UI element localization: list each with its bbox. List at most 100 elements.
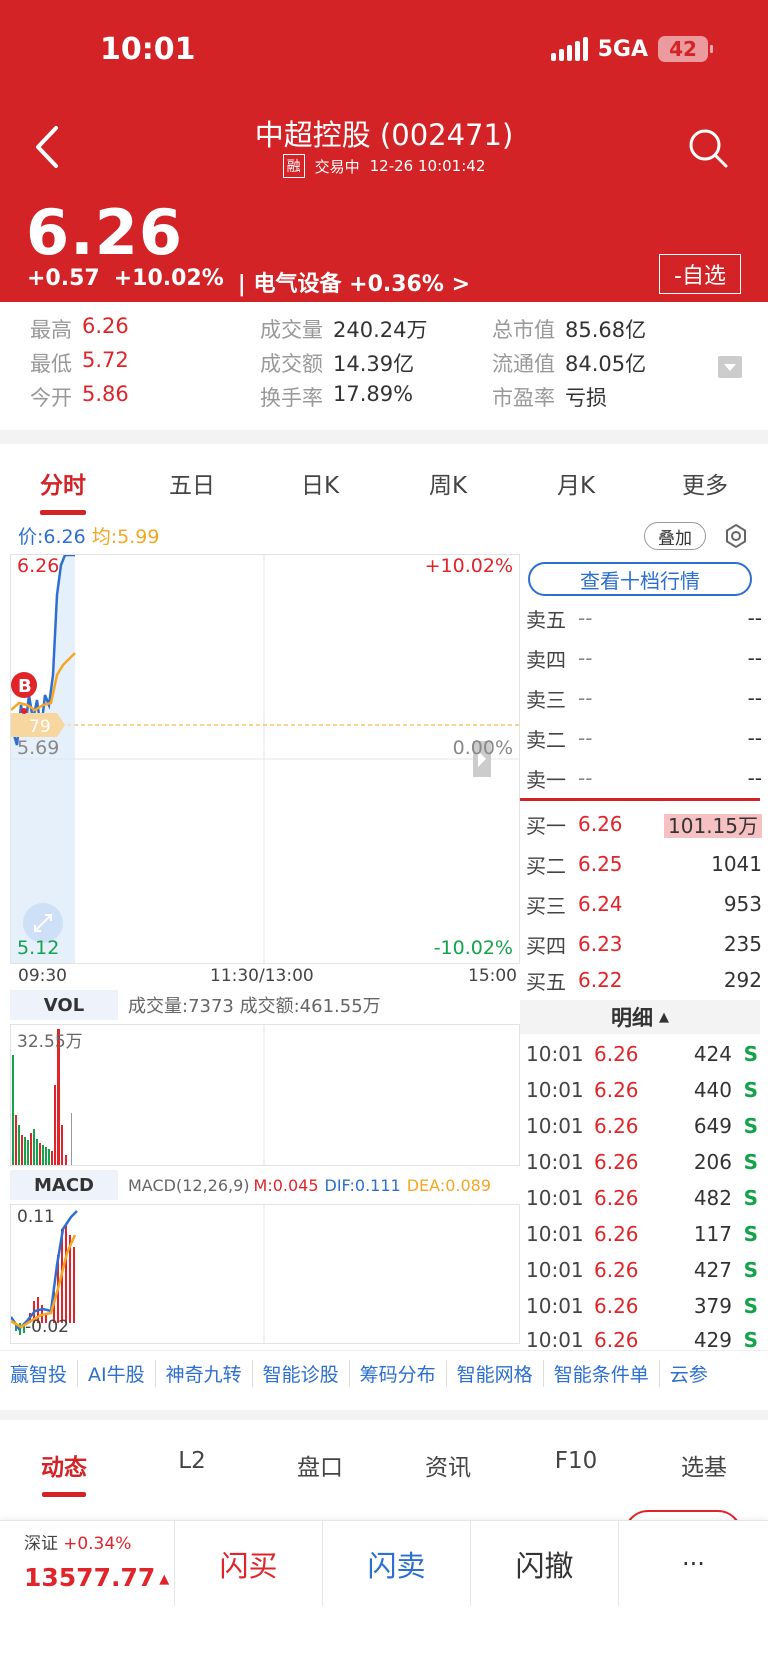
status-time: 10:01: [100, 32, 196, 67]
ask-row-1: 卖一 -- --: [526, 766, 762, 792]
tab-f10[interactable]: F10: [512, 1448, 640, 1474]
quote-datetime: 12-26 10:01:42: [369, 157, 486, 175]
index-widget[interactable]: 深证 +0.34% 13577.77 ▲: [24, 1529, 174, 1603]
avg-marker-text: 79: [29, 717, 51, 737]
change-percent: +10.02%: [113, 266, 224, 291]
stat-pe: 市盈率 亏损: [492, 386, 607, 410]
macd-chart: 0.11 -0.02: [10, 1204, 520, 1344]
stat-turnover: 换手率 17.89%: [260, 382, 414, 410]
tab-order-panel[interactable]: 盘口: [256, 1448, 384, 1482]
network-type: 5GA: [597, 36, 648, 62]
active-tab-indicator: [42, 1492, 86, 1497]
macd-header: MACD MACD(12,26,9) M:0.045 DIF:0.111 DEA…: [10, 1170, 520, 1200]
tool-diagnosis[interactable]: 智能诊股: [253, 1360, 350, 1387]
margin-tag: 融: [282, 154, 305, 178]
intraday-chart[interactable]: 79 B 6.26 5.69 5.12 +10.02% 0.00% -10.02…: [10, 554, 520, 964]
macd-top-label: 0.11: [17, 1207, 55, 1227]
bid-ask-divider: [520, 798, 760, 801]
watchlist-button[interactable]: -自选: [659, 254, 741, 294]
index-name: 深证: [24, 1534, 58, 1554]
pct-axis-top: +10.02%: [424, 555, 513, 577]
stat-volume: 成交量 240.24万: [260, 318, 428, 342]
tool-ai-stock[interactable]: AI牛股: [78, 1360, 156, 1387]
flash-buy-button[interactable]: 闪买: [174, 1521, 322, 1606]
stat-float-cap: 流通值 84.05亿: [492, 352, 647, 376]
settings-icon[interactable]: [722, 522, 750, 550]
stats-row-1: 最高 6.26 成交量 240.24万 总市值 85.68亿: [0, 314, 768, 348]
tool-yingzhitou[interactable]: 赢智投: [0, 1360, 79, 1387]
vol-max-label: 32.55万: [17, 1032, 83, 1052]
volume-svg: [12, 1025, 265, 1165]
stats-row-2: 最低 5.72 成交额 14.39亿 流通值 84.05亿: [0, 348, 768, 382]
signal-icon: [550, 37, 588, 61]
macd-tag[interactable]: MACD: [10, 1170, 118, 1200]
vol-tag[interactable]: VOL: [10, 990, 118, 1020]
flash-sell-button[interactable]: 闪卖: [322, 1521, 470, 1606]
tick-row: 10:01 6.26 379 S: [526, 1294, 758, 1318]
trading-status: 交易中: [314, 157, 360, 176]
bid-row-3: 买三 6.24 953: [526, 892, 762, 918]
order-book: 查看十档行情 卖五 -- -- 卖四 -- -- 卖三 -- -- 卖二 -- -- 卖一 -- -…: [520, 554, 768, 1000]
dif-line: [11, 1210, 78, 1331]
change-value: +0.57: [27, 266, 100, 291]
tab-dynamics[interactable]: 动态: [0, 1448, 128, 1482]
tools-strip: 赢智投 AI牛股 神奇九转 智能诊股 筹码分布 智能网格 智能条件单 云参: [0, 1350, 768, 1396]
ask-row-3: 卖三 -- --: [526, 686, 762, 712]
action-bar: 深证 +0.34% 13577.77 ▲ 闪买 闪卖 闪撤 ···: [0, 1520, 768, 1606]
tick-row: 10:01 6.26 427 S: [526, 1258, 758, 1282]
battery-icon: 42: [658, 36, 713, 62]
flash-cancel-button[interactable]: 闪撤: [470, 1521, 618, 1606]
overlay-button[interactable]: 叠加: [644, 522, 706, 550]
macd-svg: [11, 1205, 265, 1343]
ticks-header[interactable]: 明细 ▲: [520, 1000, 760, 1034]
tick-row: 10:01 6.26 440 S: [526, 1078, 758, 1102]
tab-news[interactable]: 资讯: [384, 1448, 512, 1482]
tick-row: 10:01 6.26 206 S: [526, 1150, 758, 1174]
index-change: +0.34%: [63, 1534, 132, 1554]
stat-open: 今开 5.86: [30, 382, 129, 410]
ask-row-4: 卖四 -- --: [526, 646, 762, 672]
y-axis-mid: 5.69: [17, 737, 60, 759]
tab-l2[interactable]: L2: [128, 1448, 256, 1474]
tool-smart-grid[interactable]: 智能网格: [447, 1360, 544, 1387]
caret-up-icon: ▲: [659, 1009, 669, 1025]
volume-chart: 32.55万: [10, 1024, 520, 1166]
search-icon[interactable]: [686, 126, 730, 170]
tab-intraday[interactable]: 分时: [8, 466, 118, 500]
more-icon[interactable]: ···: [618, 1521, 768, 1606]
x-axis-mid: 11:30/13:00: [210, 966, 314, 986]
ask-row-5: 卖五 -- --: [526, 606, 762, 632]
expand-stats-icon[interactable]: [718, 356, 742, 378]
tick-row: 10:01 6.26 649 S: [526, 1114, 758, 1138]
macd-m: M:0.045: [253, 1175, 319, 1195]
tick-row: 10:01 6.26 424 S: [526, 1042, 758, 1066]
pct-axis-bottom: -10.02%: [433, 937, 513, 959]
buy-marker-dot: [21, 708, 27, 714]
bid-row-5: 买五 6.22 292: [526, 968, 762, 994]
macd-bottom-label: -0.02: [25, 1317, 69, 1337]
ten-levels-button[interactable]: 查看十档行情: [528, 562, 752, 596]
x-axis-start: 09:30: [18, 966, 67, 986]
tab-select-fund[interactable]: 选基: [640, 1448, 768, 1482]
tab-weekly-k[interactable]: 周K: [393, 466, 503, 500]
tool-conditional-order[interactable]: 智能条件单: [544, 1360, 660, 1387]
buy-marker-text: B: [18, 676, 32, 697]
info-tabs: 动态 L2 盘口 资讯 F10 选基: [0, 1410, 768, 1540]
tick-row: 10:01 6.26 117 S: [526, 1222, 758, 1246]
price-change: +0.57 +10.02% | 电气设备 +0.36% >: [27, 266, 470, 298]
price-area: [11, 555, 75, 963]
tab-monthly-k[interactable]: 月K: [521, 466, 631, 500]
tab-five-day[interactable]: 五日: [137, 466, 247, 500]
tab-daily-k[interactable]: 日K: [265, 466, 375, 500]
tool-yuncan[interactable]: 云参: [660, 1360, 718, 1387]
tool-chip-distribution[interactable]: 筹码分布: [350, 1360, 447, 1387]
last-price: 6.26: [26, 196, 183, 269]
stock-title: 中超控股 (002471): [254, 118, 514, 152]
chart-tabs: 分时 五日 日K 周K 月K 更多: [0, 444, 768, 516]
price-legend: 价:6.26: [18, 526, 86, 548]
tool-magic-nine[interactable]: 神奇九转: [156, 1360, 253, 1387]
sector-link[interactable]: | 电气设备 +0.36% >: [238, 266, 470, 298]
bid-row-1: 买一 6.26 101.15万: [526, 804, 762, 844]
y-axis-top: 6.26: [17, 555, 60, 577]
tab-more[interactable]: 更多: [650, 466, 760, 500]
